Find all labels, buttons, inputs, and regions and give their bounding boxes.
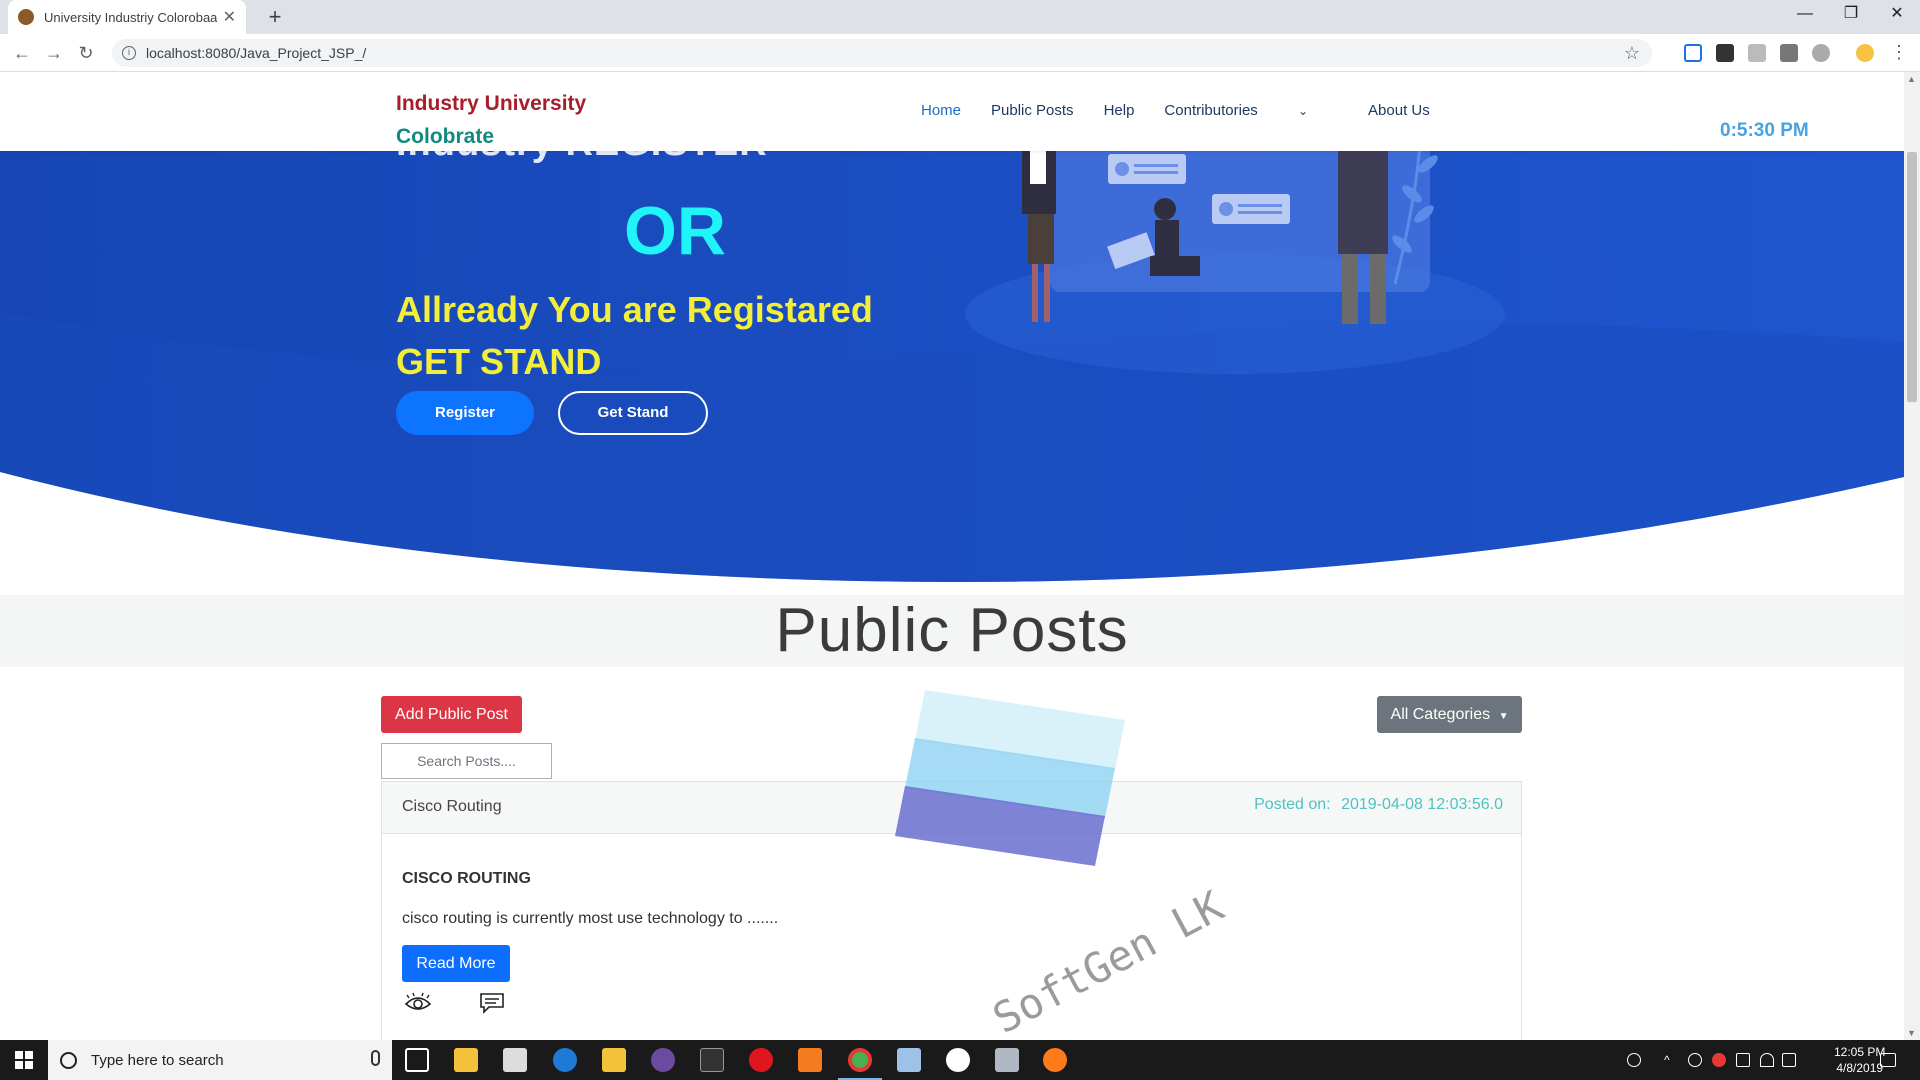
notification-center-icon[interactable] bbox=[1880, 1053, 1896, 1067]
brand-line-1[interactable]: Industry University bbox=[396, 92, 586, 116]
terminal-icon[interactable] bbox=[700, 1048, 724, 1072]
nav-home-link[interactable]: Home bbox=[921, 102, 961, 119]
app-icon[interactable] bbox=[995, 1048, 1019, 1072]
search-posts-input[interactable]: Search Posts.... bbox=[381, 743, 552, 779]
opera-icon[interactable] bbox=[749, 1048, 773, 1072]
windows-logo-icon bbox=[15, 1051, 33, 1069]
window-close-button[interactable]: ✕ bbox=[1874, 0, 1920, 30]
nav-contributories-label: Contributories bbox=[1164, 102, 1258, 119]
post-date: Posted on: 2019-04-08 12:03:56.0 bbox=[1254, 796, 1503, 814]
post-topic: Cisco Routing bbox=[402, 798, 502, 815]
public-posts-title: Public Posts bbox=[775, 596, 1129, 665]
edge-icon[interactable] bbox=[553, 1048, 577, 1072]
chevron-up-icon[interactable]: ^ bbox=[1664, 1053, 1678, 1067]
get-stand-button[interactable]: Get Stand bbox=[558, 391, 708, 435]
scrollbar-thumb[interactable] bbox=[1907, 152, 1917, 402]
add-public-post-button[interactable]: Add Public Post bbox=[381, 696, 522, 733]
bookmark-star-icon[interactable]: ☆ bbox=[1624, 43, 1640, 64]
public-posts-header: Public Posts bbox=[0, 595, 1904, 667]
firefox-icon[interactable] bbox=[1043, 1048, 1067, 1072]
browser-toolbar: ← → ↻ i localhost:8080/Java_Project_JSP_… bbox=[0, 34, 1920, 72]
eye-icon[interactable] bbox=[404, 992, 432, 1014]
site-info-icon[interactable]: i bbox=[122, 46, 136, 60]
extension-icon[interactable] bbox=[1684, 44, 1702, 62]
scroll-down-icon[interactable]: ▼ bbox=[1907, 1028, 1916, 1038]
windows-taskbar: Type here to search ^ 12:05 PM 4/8/2019 bbox=[0, 1040, 1920, 1080]
nav-about-link[interactable]: About Us bbox=[1368, 102, 1430, 119]
volume-icon[interactable] bbox=[1782, 1053, 1796, 1067]
store-icon[interactable] bbox=[602, 1048, 626, 1072]
start-button[interactable] bbox=[0, 1040, 48, 1080]
nav-public-posts-link[interactable]: Public Posts bbox=[991, 102, 1074, 119]
watermark-logo bbox=[895, 690, 1125, 866]
battery-icon[interactable] bbox=[1736, 1053, 1750, 1067]
file-explorer-icon[interactable] bbox=[454, 1048, 478, 1072]
site-favicon-icon bbox=[18, 9, 34, 25]
read-more-button[interactable]: Read More bbox=[402, 945, 510, 982]
hero-already-text: Allready You are Registared GET STAND bbox=[396, 289, 873, 382]
chrome-tray-icon[interactable] bbox=[1712, 1053, 1726, 1067]
reload-icon[interactable]: ↻ bbox=[74, 41, 98, 65]
virtualbox-icon[interactable] bbox=[897, 1048, 921, 1072]
taskbar-clock[interactable]: 12:05 PM 4/8/2019 bbox=[1834, 1044, 1885, 1076]
profile-avatar-icon[interactable] bbox=[1856, 44, 1874, 62]
url-text: localhost:8080/Java_Project_JSP_/ bbox=[146, 45, 367, 61]
back-icon[interactable]: ← bbox=[10, 41, 34, 65]
forward-icon[interactable]: → bbox=[42, 41, 66, 65]
scroll-up-icon[interactable]: ▲ bbox=[1907, 74, 1916, 84]
site-navbar: Industry University Colobrate Home Publi… bbox=[0, 72, 1904, 151]
post-title: CISCO ROUTING bbox=[402, 870, 531, 887]
comment-icon[interactable] bbox=[479, 992, 505, 1014]
extension-icon[interactable] bbox=[1780, 44, 1798, 62]
browser-tab[interactable]: University Industriy Colorobaarat ✕ bbox=[8, 0, 246, 34]
people-icon[interactable] bbox=[1627, 1053, 1641, 1067]
settings-gear-icon[interactable] bbox=[946, 1048, 970, 1072]
posted-on-label: Posted on: bbox=[1254, 796, 1331, 813]
eclipse-icon[interactable] bbox=[651, 1048, 675, 1072]
page-viewport: Industry REGISTER OR Allready You are Re… bbox=[0, 72, 1904, 1040]
taskbar-search-box[interactable]: Type here to search bbox=[48, 1040, 392, 1080]
chevron-down-icon: ⌄ bbox=[1297, 104, 1309, 118]
taskbar-search-placeholder: Type here to search bbox=[91, 1051, 224, 1069]
hero-illustration bbox=[965, 144, 1505, 374]
extension-icon[interactable] bbox=[1748, 44, 1766, 62]
browser-tabstrip: University Industriy Colorobaarat ✕ + — … bbox=[0, 0, 1920, 34]
mail-icon[interactable] bbox=[503, 1048, 527, 1072]
brand-line-2[interactable]: Colobrate bbox=[396, 125, 494, 149]
tray-app-icon[interactable] bbox=[1688, 1053, 1702, 1067]
page-scrollbar[interactable]: ▲ ▼ bbox=[1904, 72, 1920, 1040]
caret-down-icon: ▼ bbox=[1498, 711, 1509, 722]
register-button[interactable]: Register bbox=[396, 391, 534, 435]
nav-contributories-dropdown[interactable]: Contributories ⌄ bbox=[1164, 102, 1338, 119]
minimize-button[interactable]: — bbox=[1782, 0, 1828, 30]
cortana-icon bbox=[60, 1051, 77, 1069]
extension-icon[interactable] bbox=[1716, 44, 1734, 62]
all-categories-label: All Categories bbox=[1390, 706, 1491, 723]
taskbar-date: 4/8/2019 bbox=[1836, 1061, 1884, 1075]
nav-links: Home Public Posts Help Contributories ⌄ … bbox=[921, 102, 1460, 119]
post-excerpt: cisco routing is currently most use tech… bbox=[402, 910, 779, 927]
clock-display: 0:5:30 PM bbox=[1720, 120, 1809, 141]
extension-icon[interactable] bbox=[1812, 44, 1830, 62]
taskbar-time: 12:05 PM bbox=[1834, 1045, 1886, 1059]
new-tab-button[interactable]: + bbox=[262, 4, 288, 30]
browser-menu-icon[interactable]: ⋮ bbox=[1890, 42, 1908, 63]
wifi-icon[interactable] bbox=[1760, 1053, 1774, 1067]
all-categories-dropdown[interactable]: All Categories ▼ bbox=[1377, 696, 1522, 733]
hero-or-text: OR bbox=[624, 193, 726, 269]
xampp-icon[interactable] bbox=[798, 1048, 822, 1072]
restore-button[interactable]: ❐ bbox=[1828, 0, 1874, 30]
task-view-icon[interactable] bbox=[405, 1048, 429, 1072]
tab-close-icon[interactable]: ✕ bbox=[223, 7, 236, 27]
tab-title: University Industriy Colorobaarat bbox=[44, 9, 217, 25]
chrome-icon[interactable] bbox=[848, 1048, 872, 1072]
posted-on-value: 2019-04-08 12:03:56.0 bbox=[1341, 796, 1503, 813]
microphone-icon[interactable] bbox=[371, 1050, 380, 1066]
address-bar[interactable]: i localhost:8080/Java_Project_JSP_/ ☆ bbox=[112, 39, 1652, 67]
nav-help-link[interactable]: Help bbox=[1104, 102, 1135, 119]
